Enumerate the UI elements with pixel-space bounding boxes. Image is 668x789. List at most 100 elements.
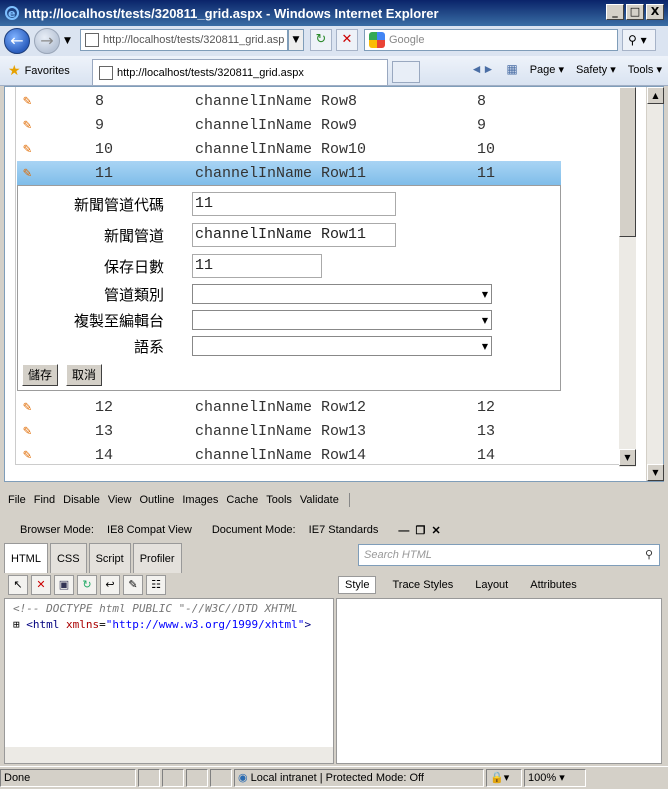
tab-script[interactable]: Script bbox=[88, 543, 131, 573]
table-row[interactable]: ✎ 10 channelInName Row10 10 bbox=[17, 137, 561, 161]
table-row[interactable]: ✎ 12 channelInName Row12 12 bbox=[17, 395, 561, 419]
minimize-button[interactable]: _ bbox=[606, 4, 624, 20]
scroll-down-icon[interactable]: ▼ bbox=[619, 449, 636, 466]
expand-icon[interactable]: ⊞ bbox=[13, 618, 20, 631]
browser-tab[interactable]: http://localhost/tests/320811_grid.aspx bbox=[92, 59, 388, 85]
edit-pencil-icon[interactable]: ✎ bbox=[17, 117, 77, 134]
stop-icon[interactable]: ✕ bbox=[336, 29, 358, 51]
devtools-menu-tools[interactable]: Tools bbox=[266, 494, 292, 506]
dom-view-icon[interactable]: ☷ bbox=[146, 575, 166, 595]
search-box[interactable]: Google bbox=[364, 29, 618, 51]
tools-menu[interactable]: Tools ▾ bbox=[628, 63, 662, 76]
status-cell bbox=[186, 769, 208, 787]
search-button[interactable]: ⚲ ▾ bbox=[622, 29, 656, 51]
tab-css[interactable]: CSS bbox=[49, 543, 87, 573]
browser-mode[interactable]: Browser Mode: IE8 Compat View bbox=[10, 524, 192, 536]
document-mode[interactable]: Document Mode: IE7 Standards bbox=[202, 524, 379, 536]
new-tab-button[interactable] bbox=[392, 61, 420, 83]
zoom-control[interactable]: 100% ▾ bbox=[524, 769, 586, 787]
scroll-down-icon[interactable]: ▼ bbox=[647, 464, 664, 481]
devtools-tabs: HTML CSS Script Profiler bbox=[4, 543, 184, 573]
table-row[interactable]: ✎ 9 channelInName Row9 9 bbox=[17, 113, 561, 137]
close-button[interactable]: X bbox=[646, 4, 664, 20]
table-row[interactable]: ✎ 13 channelInName Row13 13 bbox=[17, 419, 561, 443]
ie-icon: e bbox=[4, 5, 20, 21]
refresh-icon[interactable]: ↻ bbox=[77, 575, 97, 595]
code-input[interactable]: 11 bbox=[192, 192, 396, 216]
table-row-selected[interactable]: ✎ 11 channelInName Row11 11 bbox=[17, 161, 561, 185]
compat-view-icon[interactable]: ▦ bbox=[506, 62, 517, 76]
protected-mode-icon[interactable]: 🔒▾ bbox=[486, 769, 522, 787]
grid-scrollbar[interactable]: ▼ bbox=[619, 87, 636, 467]
address-dropdown-icon[interactable]: ▼ bbox=[288, 29, 304, 51]
dom-hscrollbar[interactable] bbox=[5, 747, 333, 763]
security-zone[interactable]: ◉ Local intranet | Protected Mode: Off bbox=[234, 769, 484, 787]
tab-attributes[interactable]: Attributes bbox=[530, 579, 576, 591]
edit-pencil-icon[interactable]: ✎ bbox=[17, 141, 77, 158]
table-row[interactable]: ✎ 8 channelInName Row8 8 bbox=[17, 89, 561, 113]
page-menu[interactable]: Page ▾ bbox=[530, 63, 564, 76]
cell-name: channelInName Row13 bbox=[195, 422, 367, 440]
edit-pencil-icon[interactable]: ✎ bbox=[17, 423, 77, 440]
page-scrollbar[interactable]: ▲ ▼ bbox=[646, 87, 664, 481]
devtools-menu-disable[interactable]: Disable bbox=[63, 494, 100, 506]
status-bar: Done ◉ Local intranet | Protected Mode: … bbox=[0, 766, 668, 789]
tab-trace-styles[interactable]: Trace Styles bbox=[392, 579, 453, 591]
devtools-window-controls[interactable]: — ❐ ✕ bbox=[398, 524, 440, 537]
devtools-menu-file[interactable]: File bbox=[8, 494, 26, 506]
feeds-icon[interactable]: ◄► bbox=[471, 62, 495, 76]
edit-pencil-icon[interactable]: ✎ bbox=[17, 93, 77, 110]
copy-select[interactable]: ▼ bbox=[192, 310, 492, 330]
devtools-menu-cache[interactable]: Cache bbox=[226, 494, 258, 506]
name-input[interactable]: channelInName Row11 bbox=[192, 223, 396, 247]
window-title: http://localhost/tests/320811_grid.aspx … bbox=[24, 5, 439, 21]
cancel-button[interactable]: 取消 bbox=[66, 364, 103, 386]
devtools-menu-outline[interactable]: Outline bbox=[139, 494, 174, 506]
scroll-up-icon[interactable]: ▲ bbox=[647, 87, 664, 104]
cell-days: 14 bbox=[477, 446, 496, 464]
search-icon[interactable]: ⚲ bbox=[645, 545, 653, 565]
save-button[interactable]: 儲存 bbox=[22, 364, 59, 386]
cell-days: 11 bbox=[477, 164, 496, 182]
save-icon[interactable]: ▣ bbox=[54, 575, 74, 595]
grid-scroll-thumb[interactable] bbox=[619, 87, 636, 237]
edit-pencil-icon[interactable]: ✎ bbox=[17, 447, 77, 464]
cell-id: 13 bbox=[95, 422, 114, 440]
edit-icon[interactable]: ✎ bbox=[123, 575, 143, 595]
dom-doctype-node[interactable]: <!-- DOCTYPE html PUBLIC "-//W3C//DTD XH… bbox=[13, 602, 298, 615]
days-input[interactable]: 11 bbox=[192, 254, 322, 278]
lang-select[interactable]: ▼ bbox=[192, 336, 492, 356]
type-select[interactable]: ▼ bbox=[192, 284, 492, 304]
dom-html-node[interactable]: ⊞ <html xmlns="http://www.w3.org/1999/xh… bbox=[13, 618, 311, 631]
address-bar[interactable]: http://localhost/tests/320811_grid.asp bbox=[80, 29, 288, 51]
clear-icon[interactable]: ✕ bbox=[31, 575, 51, 595]
search-html-placeholder: Search HTML bbox=[364, 549, 432, 561]
menu-divider bbox=[348, 493, 350, 507]
google-icon bbox=[369, 32, 385, 48]
cell-id: 8 bbox=[95, 92, 105, 110]
cell-id: 10 bbox=[95, 140, 114, 158]
refresh-icon[interactable]: ↻ bbox=[310, 29, 332, 51]
cell-days: 10 bbox=[477, 140, 496, 158]
edit-pencil-icon[interactable]: ✎ bbox=[17, 165, 77, 182]
tab-layout[interactable]: Layout bbox=[475, 579, 508, 591]
table-row[interactable]: ✎ 14 channelInName Row14 14 bbox=[17, 443, 561, 467]
edit-pencil-icon[interactable]: ✎ bbox=[17, 399, 77, 416]
devtools-menu-validate[interactable]: Validate bbox=[300, 494, 339, 506]
word-wrap-icon[interactable]: ↩ bbox=[100, 575, 120, 595]
history-dropdown-icon[interactable]: ▼ bbox=[64, 36, 71, 46]
devtools-menu-view[interactable]: View bbox=[108, 494, 132, 506]
tab-profiler[interactable]: Profiler bbox=[132, 543, 182, 573]
forward-button[interactable]: → bbox=[34, 28, 60, 54]
favorites-button[interactable]: ★ Favorites bbox=[8, 62, 70, 79]
devtools-menu-find[interactable]: Find bbox=[34, 494, 55, 506]
maximize-button[interactable]: □ bbox=[626, 4, 644, 20]
chevron-down-icon: ▼ bbox=[481, 342, 488, 351]
devtools-menu-images[interactable]: Images bbox=[182, 494, 218, 506]
safety-menu[interactable]: Safety ▾ bbox=[576, 63, 616, 76]
tab-html[interactable]: HTML bbox=[4, 543, 48, 573]
tab-style[interactable]: Style bbox=[338, 576, 377, 594]
search-html-input[interactable]: Search HTML ⚲ bbox=[358, 544, 660, 566]
select-element-icon[interactable]: ↖ bbox=[8, 575, 28, 595]
back-button[interactable]: ← bbox=[4, 28, 30, 54]
